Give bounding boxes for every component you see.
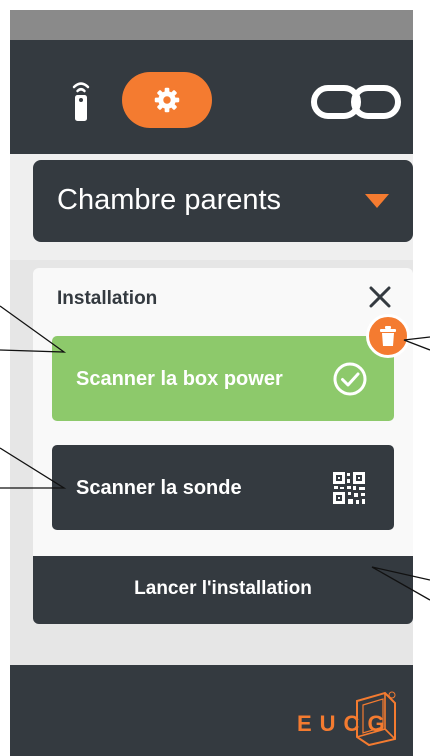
installation-panel: Installation Scanner la box power Scanne… — [33, 268, 413, 624]
room-dropdown-value: Chambre parents — [57, 184, 282, 216]
scan-sonde-button[interactable]: Scanner la sonde — [52, 445, 394, 530]
launch-installation-button[interactable]: Lancer l'installation — [33, 556, 413, 624]
gear-icon — [154, 87, 180, 113]
eucg-logo: EUCG — [297, 691, 396, 747]
close-icon[interactable] — [365, 282, 395, 312]
launch-installation-label: Lancer l'installation — [134, 578, 312, 599]
delete-button[interactable] — [366, 314, 410, 358]
scan-sonde-label: Scanner la sonde — [76, 477, 242, 499]
scan-box-power-label: Scanner la box power — [76, 368, 283, 390]
room-dropdown[interactable]: Chambre parents — [33, 160, 413, 242]
check-circle-icon — [333, 362, 367, 396]
scan-box-power-button[interactable]: Scanner la box power — [52, 336, 394, 421]
panel-title: Installation — [57, 288, 158, 309]
infinity-loop-icon[interactable] — [310, 84, 402, 120]
status-bar — [10, 10, 413, 40]
footer-bar: EUCG — [10, 665, 413, 756]
settings-button[interactable] — [122, 72, 212, 128]
chevron-down-icon — [365, 194, 389, 208]
logo-text: EUCG — [297, 711, 393, 736]
trash-icon — [380, 326, 396, 346]
top-bar — [10, 40, 413, 154]
remote-control-icon[interactable] — [70, 80, 92, 122]
qr-code-icon — [333, 472, 365, 504]
app-screen: Chambre parents Installation Scanner la … — [10, 10, 413, 756]
